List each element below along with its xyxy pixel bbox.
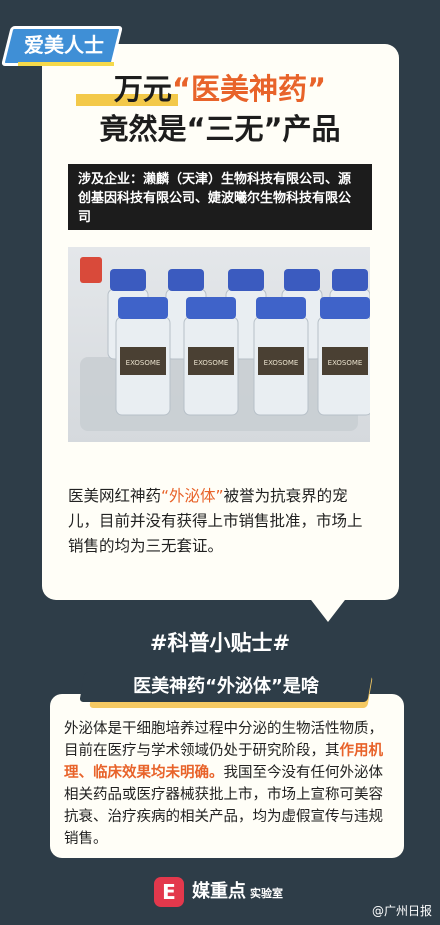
vial: EXOSOME <box>317 297 370 416</box>
section-title: #科普小贴士# <box>149 631 291 655</box>
headline-quoted: “医美神药” <box>171 72 327 106</box>
companies-box: 涉及企业：濑麟（天津）生物科技有限公司、源创基因科技有限公司、婕波曦尔生物科技有… <box>68 164 372 230</box>
media-lab-logo-icon: E <box>154 877 184 907</box>
vial: EXOSOME <box>115 297 171 416</box>
vial-label: EXOSOME <box>264 359 299 367</box>
vial-label: EXOSOME <box>328 359 363 367</box>
tag-underline <box>18 62 114 66</box>
tag-label: 爱美人士 <box>24 33 104 57</box>
speech-bubble-tail <box>308 596 348 622</box>
vial-label: EXOSOME <box>126 359 161 367</box>
description: 医美网红神药“外泌体”被誉为抗衰界的宠儿，目前并没有获得上市销售批准，市场上销售… <box>68 487 363 555</box>
headline-line2: 竟然是“三无”产品 <box>99 112 341 146</box>
vials-illustration: EXOSOME EXOSOME EXOSOME EXOSOME <box>107 269 370 416</box>
tip-heading: 医美神药“外泌体”是啥 <box>133 676 319 697</box>
watermark: @广州日报 <box>371 904 432 918</box>
tip-body: 外泌体是干细胞培养过程中分泌的生物活性物质，目前在医疗与学术领域仍处于研究阶段，… <box>64 721 383 847</box>
headline-line1: 万元“医美神药” <box>113 72 327 106</box>
vial-label: EXOSOME <box>194 359 229 367</box>
footer-brand: 媒重点 实验室 <box>192 881 283 902</box>
vial: EXOSOME <box>253 297 309 416</box>
product-photo: EXOSOME EXOSOME EXOSOME EXOSOME <box>68 247 370 442</box>
vial: EXOSOME <box>183 297 239 416</box>
